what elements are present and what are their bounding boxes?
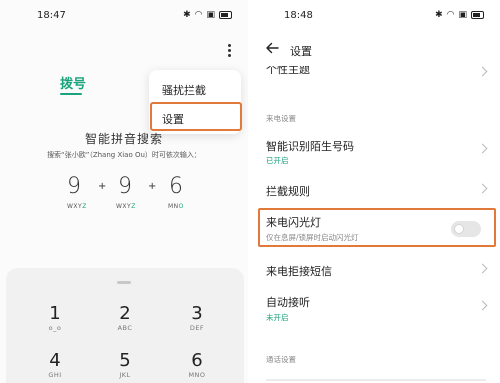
sim-icon: ▣	[458, 10, 468, 20]
chevron-right-icon	[477, 143, 488, 154]
tab-indicator	[60, 93, 82, 95]
example-letters: WXYZ	[116, 203, 136, 210]
flash-highlight-box	[258, 208, 496, 247]
key-2[interactable]: 2 ABC	[95, 304, 155, 333]
status-time: 18:47	[37, 10, 66, 21]
settings-item-reject-sms[interactable]: 来电拒接短信	[266, 263, 332, 279]
section-header-call: 来电设置	[266, 114, 296, 123]
status-bar: 18:48 ✱ ◠ ▣	[252, 0, 500, 34]
system-icons: ✱ ◠ ▣	[435, 10, 484, 20]
next-row-peek	[266, 379, 486, 381]
example-letters: WXYZ	[67, 203, 87, 210]
settings-item-smart-id[interactable]: 智能识别陌生号码	[266, 138, 354, 154]
settings-screen: 18:48 ✱ ◠ ▣ 设置 个性主题 来电设置 智能识别陌生号码 已开启 拦截…	[252, 0, 500, 383]
wifi-icon: ◠	[194, 10, 204, 20]
settings-item-auto-answer[interactable]: 自动接听	[266, 294, 310, 310]
bluetooth-icon: ✱	[183, 10, 192, 20]
auto-answer-status: 未开启	[266, 313, 289, 322]
chevron-right-icon	[477, 300, 488, 311]
example-digit: 9	[118, 174, 132, 199]
system-icons: ✱ ◠ ▣	[183, 10, 232, 20]
status-time: 18:48	[284, 10, 313, 21]
smart-id-status: 已开启	[266, 156, 289, 165]
more-options-icon[interactable]	[226, 44, 232, 58]
battery-icon	[471, 11, 484, 19]
chevron-right-icon	[477, 263, 488, 274]
key-1[interactable]: 1 o_o	[25, 304, 85, 333]
settings-header: 设置	[252, 38, 500, 62]
battery-icon	[219, 11, 232, 19]
dialer-screen: 18:47 ✱ ◠ ▣ 拨号 骚扰拦截 设置 智能拼音搜索 搜索“张小欧”（Zh…	[0, 0, 248, 383]
section-header-dial: 通话设置	[266, 355, 296, 364]
example-digit: 6	[169, 174, 183, 199]
page-title: 设置	[290, 45, 312, 58]
keypad-drag-handle[interactable]	[117, 281, 131, 284]
settings-highlight-box	[150, 102, 242, 131]
settings-item-block-rules[interactable]: 拦截规则	[266, 183, 310, 199]
status-bar: 18:47 ✱ ◠ ▣	[0, 0, 248, 34]
settings-item-theme[interactable]: 个性主题	[266, 66, 310, 77]
bluetooth-icon: ✱	[435, 10, 444, 20]
key-5[interactable]: 5 JKL	[95, 351, 155, 380]
menu-item-harassment-block[interactable]: 骚扰拦截	[162, 82, 206, 98]
pinyin-search-hint: 搜索“张小欧”（Zhang Xiao Ou）时可依次输入：	[47, 151, 201, 159]
tab-dial[interactable]: 拨号	[60, 73, 86, 92]
sim-icon: ▣	[206, 10, 216, 20]
pinyin-search-title: 智能拼音搜索	[84, 132, 163, 146]
key-3[interactable]: 3 DEF	[167, 304, 227, 333]
plus-sign: +	[148, 181, 157, 192]
key-6[interactable]: 6 MNO	[167, 351, 227, 380]
voicemail-icon: o_o	[48, 324, 62, 332]
plus-sign: +	[98, 181, 107, 192]
chevron-right-icon	[477, 183, 488, 194]
key-4[interactable]: 4 GHI	[25, 351, 85, 380]
chevron-right-icon	[477, 66, 488, 77]
back-arrow-icon[interactable]	[264, 40, 280, 56]
wifi-icon: ◠	[446, 10, 456, 20]
example-digit: 9	[67, 174, 81, 199]
example-letters: MNO	[168, 203, 184, 210]
